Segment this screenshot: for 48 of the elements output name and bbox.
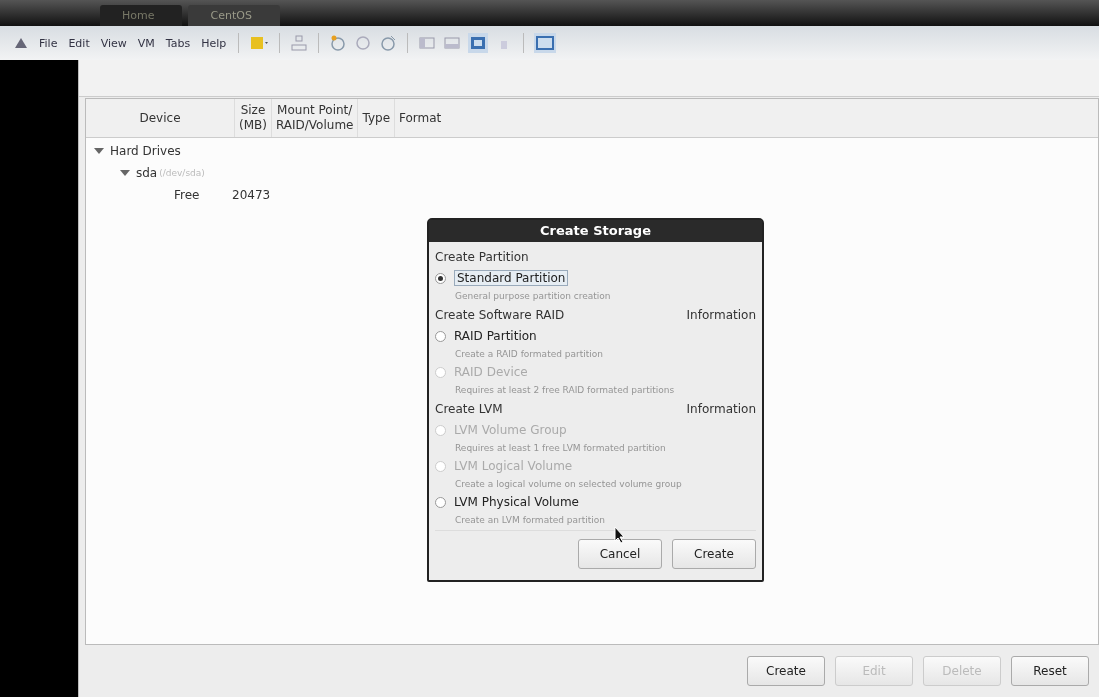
option-description: Requires at least 1 free LVM formated partition (454, 442, 667, 455)
sidebar-icon[interactable] (418, 34, 437, 52)
menu-item[interactable]: Help (201, 36, 227, 50)
console-icon[interactable] (534, 33, 557, 53)
option-label[interactable]: RAID Partition (454, 329, 537, 343)
expander-icon[interactable] (94, 147, 104, 155)
window-icon[interactable] (443, 34, 462, 52)
vm-tab[interactable]: Home (100, 5, 183, 26)
device-name: Free (174, 188, 200, 202)
fullscreen-icon[interactable] (468, 33, 489, 53)
dialog-button[interactable]: Create (672, 539, 756, 569)
radio-button[interactable] (435, 330, 446, 342)
section-title: Create LVM (435, 402, 503, 416)
mouse-cursor-icon (614, 526, 626, 544)
option-label[interactable]: LVM Physical Volume (454, 495, 579, 509)
size-cell: 20473 (232, 188, 271, 202)
menu-item[interactable]: View (100, 36, 127, 50)
option-description: Create a logical volume on selected volume group (454, 478, 683, 491)
menu-item[interactable]: Tabs (165, 36, 191, 50)
column-header[interactable]: Type (358, 99, 396, 137)
device-name: Hard Drives (110, 144, 181, 158)
vm-tab[interactable]: CentOS (188, 5, 280, 26)
option-description: Requires at least 2 free RAID formated partitions (454, 384, 676, 397)
option-description: Create a RAID formated partition (454, 348, 604, 361)
radio-button[interactable] (435, 496, 446, 508)
action-button[interactable]: Create (747, 656, 825, 686)
option-description: General purpose partition creation (454, 290, 612, 303)
information-link[interactable]: Information (686, 402, 756, 416)
section-title: Create Software RAID (435, 308, 565, 322)
column-header[interactable]: Device (86, 99, 235, 137)
option-label[interactable]: Standard Partition (454, 270, 569, 286)
column-header[interactable]: Format (395, 99, 446, 137)
menu-item[interactable]: Edit (68, 36, 90, 50)
library-icon[interactable] (249, 34, 270, 52)
option-description: Create an LVM formated partition (454, 514, 606, 527)
action-button[interactable]: Reset (1011, 656, 1089, 686)
menu-item[interactable]: VM (137, 36, 155, 50)
dialog-title: Create Storage (429, 220, 762, 242)
column-header[interactable]: Mount Point/ RAID/Volume (271, 99, 359, 137)
column-header[interactable]: Size (MB) (235, 99, 272, 137)
menu-item[interactable]: File (39, 36, 58, 50)
expander-icon[interactable] (120, 169, 130, 177)
section-title: Create Partition (435, 250, 529, 264)
device-path: (/dev/sda) (159, 168, 205, 178)
device-name: sda (136, 166, 158, 180)
radio-button[interactable] (435, 272, 446, 284)
dialog-button[interactable]: Cancel (578, 539, 662, 569)
information-link[interactable]: Information (686, 308, 756, 322)
